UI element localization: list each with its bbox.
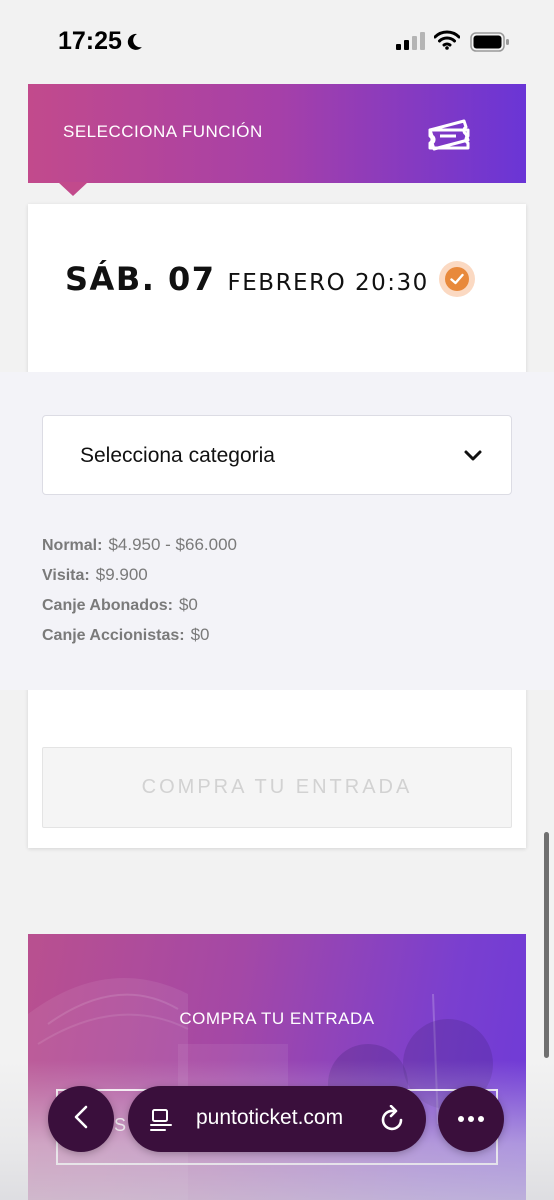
function-date-time: FEBRERO 20:30 <box>227 270 429 296</box>
function-option[interactable]: SÁB. 07 FEBRERO 20:30 <box>65 260 429 298</box>
battery-icon <box>470 32 510 57</box>
price-label: Canje Accionistas: <box>42 627 185 644</box>
reader-icon[interactable] <box>150 1108 174 1137</box>
price-value: $0 <box>178 595 198 614</box>
buy-ticket-label: COMPRA TU ENTRADA <box>141 776 413 798</box>
price-value: $0 <box>190 625 210 644</box>
price-row: Normal: $4.950 - $66.000 <box>42 534 237 564</box>
price-row: Canje Accionistas: $0 <box>42 624 237 654</box>
buy-ticket-button[interactable]: COMPRA TU ENTRADA <box>42 747 512 828</box>
price-row: Visita: $9.900 <box>42 564 237 594</box>
function-header-title: SELECCIONA FUNCIÓN <box>63 122 263 141</box>
selected-check[interactable] <box>439 261 475 297</box>
page-scrollbar[interactable] <box>544 832 549 1058</box>
price-label: Canje Abonados: <box>42 597 173 614</box>
wifi-icon <box>433 30 461 55</box>
url-text: puntoticket.com <box>196 1106 344 1129</box>
ticket-icon <box>426 112 472 161</box>
function-header: SELECCIONA FUNCIÓN <box>28 84 526 183</box>
price-label: Normal: <box>42 537 103 554</box>
back-icon <box>73 1104 89 1135</box>
price-label: Visita: <box>42 567 90 584</box>
status-bar: 17:25 <box>0 0 554 84</box>
more-icon <box>457 1110 485 1128</box>
function-day: SÁB. 07 <box>65 260 216 298</box>
price-row: Canje Abonados: $0 <box>42 594 237 624</box>
more-button[interactable] <box>438 1086 504 1152</box>
address-bar[interactable]: puntoticket.com <box>128 1086 426 1152</box>
price-list: Normal: $4.950 - $66.000 Visita: $9.900 Ca… <box>42 534 237 654</box>
header-pointer <box>58 182 88 196</box>
moon-icon <box>124 32 144 57</box>
category-panel: Selecciona categoria Normal: $4.950 - $66… <box>0 372 554 690</box>
check-icon <box>445 267 469 291</box>
category-select-label: Selecciona categoria <box>80 444 275 467</box>
signal-icon <box>396 32 426 55</box>
status-time: 17:25 <box>58 27 122 55</box>
back-button[interactable] <box>48 1086 114 1152</box>
chevron-down-icon <box>463 449 483 468</box>
price-value: $9.900 <box>95 565 148 584</box>
reload-icon[interactable] <box>380 1104 406 1138</box>
promo-title: COMPRA TU ENTRADA <box>179 1009 375 1028</box>
price-value: $4.950 - $66.000 <box>108 535 238 554</box>
category-select[interactable]: Selecciona categoria <box>42 415 512 495</box>
